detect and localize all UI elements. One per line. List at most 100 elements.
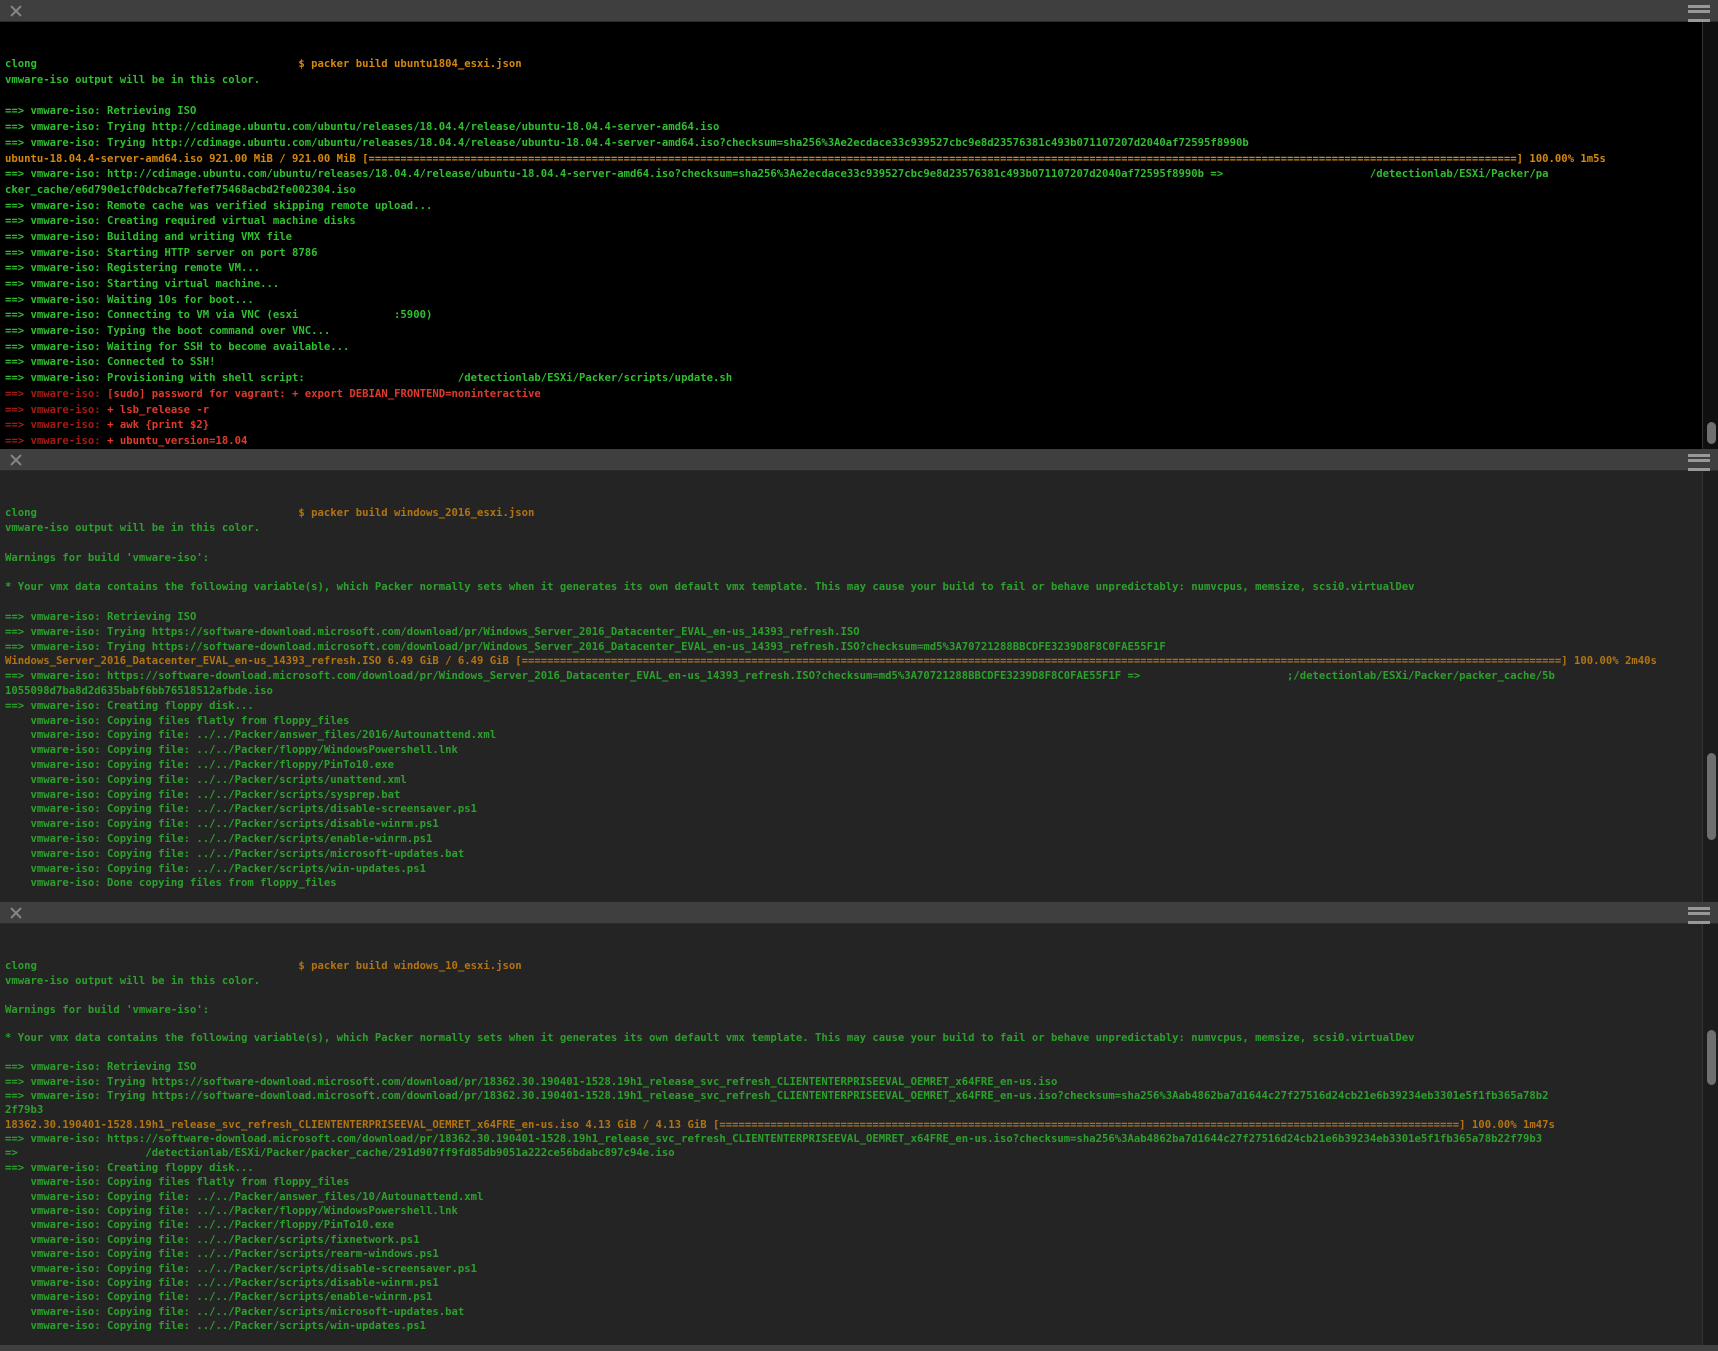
terminal-line: vmware-iso: Copying file: ../../Packer/f… [5, 758, 1702, 773]
terminal-line: Warnings for build 'vmware-iso': [5, 1003, 1702, 1017]
terminal-text-segment: vmware-iso: Copying file: ../../Packer/f… [5, 759, 394, 771]
pane1-titlebar [0, 0, 1718, 22]
terminal-line: vmware-iso: Copying file: ../../Packer/s… [5, 1276, 1702, 1290]
terminal-text-segment: ubuntu-18.04.4-server-amd64.iso 921.00 M… [5, 153, 1606, 165]
terminal-text-segment: vmware-iso: Copying files flatly from fl… [5, 715, 349, 727]
pane2-titlebar [0, 449, 1718, 471]
terminal-text-segment: ==> vmware-iso: Connecting to VM via VNC… [5, 309, 432, 321]
terminal-line: vmware-iso: Copying file: ../../Packer/f… [5, 1218, 1702, 1232]
terminal-output-ubuntu1804[interactable]: clong $ packer build ubuntu1804_esxi.jso… [0, 22, 1702, 449]
terminal-text-segment: vmware-iso: Copying file: ../../Packer/a… [5, 729, 496, 741]
scrollbar-thumb[interactable] [1707, 753, 1716, 840]
terminal-text-segment: ==> vmware-iso: Trying http://cdimage.ub… [5, 137, 1249, 149]
terminal-line: vmware-iso: Copying file: ../../Packer/f… [5, 1204, 1702, 1218]
terminal-line [5, 1017, 1702, 1031]
terminal-text-segment: 1055098d7ba8d2d635babf6bb76518512afbde.i… [5, 685, 273, 697]
terminal-line: ==> vmware-iso: Trying https://software-… [5, 1075, 1702, 1089]
terminal-text-segment: vmware-iso: Copying file: ../../Packer/s… [5, 789, 400, 801]
pane3-scrollbar[interactable] [1702, 924, 1718, 1345]
terminal-output-windows2016[interactable]: clong $ packer build windows_2016_esxi.j… [0, 471, 1702, 902]
terminal-output-windows10[interactable]: clong $ packer build windows_10_esxi.jso… [0, 924, 1702, 1345]
terminal-line: 18362.30.190401-1528.19h1_release_svc_re… [5, 1118, 1702, 1132]
terminal-line: vmware-iso: Copying file: ../../Packer/s… [5, 862, 1702, 877]
scrollbar-thumb[interactable] [1707, 1030, 1716, 1085]
terminal-text-segment: ==> vmware-iso: Starting virtual machine… [5, 278, 279, 290]
terminal-line: * Your vmx data contains the following v… [5, 580, 1702, 595]
terminal-line: ==> vmware-iso: Typing the boot command … [5, 324, 1702, 340]
terminal-line: vmware-iso: Copying files flatly from fl… [5, 714, 1702, 729]
terminal-line: ==> vmware-iso: Retrieving ISO [5, 610, 1702, 625]
terminal-text-segment: ==> vmware-iso: Trying https://software-… [5, 641, 1166, 653]
terminal-line: vmware-iso: Copying file: ../../Packer/s… [5, 1247, 1702, 1261]
pane2-scrollbar[interactable] [1702, 471, 1718, 902]
terminal-line: ==> vmware-iso: Retrieving ISO [5, 104, 1702, 120]
terminal-text-segment: vmware-iso: Copying file: ../../Packer/s… [5, 1263, 477, 1275]
terminal-line [5, 566, 1702, 581]
terminal-text-segment: vmware-iso: Copying file: ../../Packer/f… [5, 1205, 458, 1217]
terminal-text-segment: vmware-iso output will be in this color. [5, 522, 260, 534]
terminal-window: clong $ packer build ubuntu1804_esxi.jso… [0, 0, 1718, 1351]
scrollbar-thumb[interactable] [1707, 422, 1716, 444]
terminal-text-segment: ==> vmware-iso: Provisioning with shell … [5, 372, 732, 384]
terminal-line: ==> vmware-iso: Trying https://software-… [5, 625, 1702, 640]
close-icon[interactable] [8, 905, 24, 921]
terminal-line: ==> vmware-iso: Waiting 10s for boot... [5, 293, 1702, 309]
terminal-text-segment: vmware-iso: Done copying files from flop… [5, 877, 337, 889]
terminal-line: Windows_Server_2016_Datacenter_EVAL_en-u… [5, 654, 1702, 669]
close-icon[interactable] [8, 3, 24, 19]
terminal-line: ==> vmware-iso: Trying https://software-… [5, 640, 1702, 655]
terminal-line: vmware-iso: Copying file: ../../Packer/a… [5, 728, 1702, 743]
terminal-line: ==> vmware-iso: Starting virtual machine… [5, 277, 1702, 293]
terminal-text-segment: vmware-iso: Copying file: ../../Packer/s… [5, 848, 464, 860]
terminal-text-segment: vmware-iso: Copying file: ../../Packer/s… [5, 774, 407, 786]
close-icon[interactable] [8, 452, 24, 468]
terminal-text-segment: vmware-iso: Copying file: ../../Packer/s… [5, 863, 426, 875]
terminal-text-segment: ==> vmware-iso: https://software-downloa… [5, 670, 1555, 682]
terminal-line: clong $ packer build windows_10_esxi.jso… [5, 959, 1702, 973]
terminal-text-segment: vmware-iso: Copying files flatly from fl… [5, 1176, 349, 1188]
hamburger-menu-icon[interactable] [1688, 5, 1710, 22]
terminal-text-segment: ==> vmware-iso: [5, 435, 107, 447]
terminal-text-segment: 18362.30.190401-1528.19h1_release_svc_re… [5, 1119, 1555, 1131]
terminal-text-segment: * Your vmx data contains the following v… [5, 581, 1415, 593]
terminal-line: ==> vmware-iso: + ubuntu_version=18.04 [5, 434, 1702, 449]
terminal-text-segment: $ packer build windows_2016_esxi.json [37, 507, 534, 519]
terminal-text-segment: vmware-iso: Copying file: ../../Packer/f… [5, 744, 458, 756]
terminal-text-segment: vmware-iso output will be in this color. [5, 975, 260, 987]
terminal-line: 1055098d7ba8d2d635babf6bb76518512afbde.i… [5, 684, 1702, 699]
terminal-text-segment: Warnings for build 'vmware-iso': [5, 1004, 209, 1016]
terminal-line: ==> vmware-iso: Building and writing VMX… [5, 230, 1702, 246]
pane1-scrollbar[interactable] [1702, 22, 1718, 449]
terminal-text-segment: ==> vmware-iso: Retrieving ISO [5, 611, 196, 623]
terminal-line: ==> vmware-iso: Trying https://software-… [5, 1089, 1702, 1103]
terminal-text-segment: ==> vmware-iso: Remote cache was verifie… [5, 200, 432, 212]
terminal-line: ==> vmware-iso: Connecting to VM via VNC… [5, 308, 1702, 324]
terminal-text-segment: ==> vmware-iso: [5, 419, 107, 431]
terminal-text-segment: vmware-iso: Copying file: ../../Packer/s… [5, 818, 439, 830]
terminal-text-segment: [sudo] password for vagrant: + export DE… [107, 388, 541, 400]
terminal-line: ==> vmware-iso: Waiting for SSH to becom… [5, 340, 1702, 356]
terminal-line: ==> vmware-iso: Creating required virtua… [5, 214, 1702, 230]
pane4-titlebar-partial [0, 1345, 1718, 1351]
terminal-text-segment: + lsb_release -r [107, 404, 209, 416]
terminal-text-segment: ==> vmware-iso: Creating floppy disk... [5, 700, 254, 712]
terminal-text-segment: vmware-iso: Copying file: ../../Packer/s… [5, 1248, 439, 1260]
terminal-line: vmware-iso: Copying file: ../../Packer/s… [5, 817, 1702, 832]
terminal-text-segment: $ packer build windows_10_esxi.json [37, 960, 522, 972]
terminal-text-segment: ==> vmware-iso: [5, 404, 107, 416]
hamburger-menu-icon[interactable] [1688, 454, 1710, 471]
terminal-line [5, 536, 1702, 551]
terminal-text-segment: vmware-iso: Copying file: ../../Packer/s… [5, 1306, 464, 1318]
terminal-line: * Your vmx data contains the following v… [5, 1031, 1702, 1045]
terminal-line: vmware-iso: Copying files flatly from fl… [5, 1175, 1702, 1189]
terminal-line: vmware-iso: Copying file: ../../Packer/s… [5, 788, 1702, 803]
terminal-line: vmware-iso: Copying file: ../../Packer/s… [5, 1233, 1702, 1247]
terminal-text-segment: vmware-iso: Copying file: ../../Packer/f… [5, 1219, 394, 1231]
terminal-text-segment: ==> vmware-iso: Waiting 10s for boot... [5, 294, 254, 306]
terminal-line: vmware-iso: Copying file: ../../Packer/s… [5, 1262, 1702, 1276]
terminal-text-segment: ==> vmware-iso: Creating floppy disk... [5, 1162, 254, 1174]
terminal-line: vmware-iso: Copying file: ../../Packer/s… [5, 773, 1702, 788]
terminal-text-segment: ==> vmware-iso: Trying https://software-… [5, 626, 860, 638]
hamburger-menu-icon[interactable] [1688, 907, 1710, 924]
terminal-line: ==> vmware-iso: + lsb_release -r [5, 403, 1702, 419]
